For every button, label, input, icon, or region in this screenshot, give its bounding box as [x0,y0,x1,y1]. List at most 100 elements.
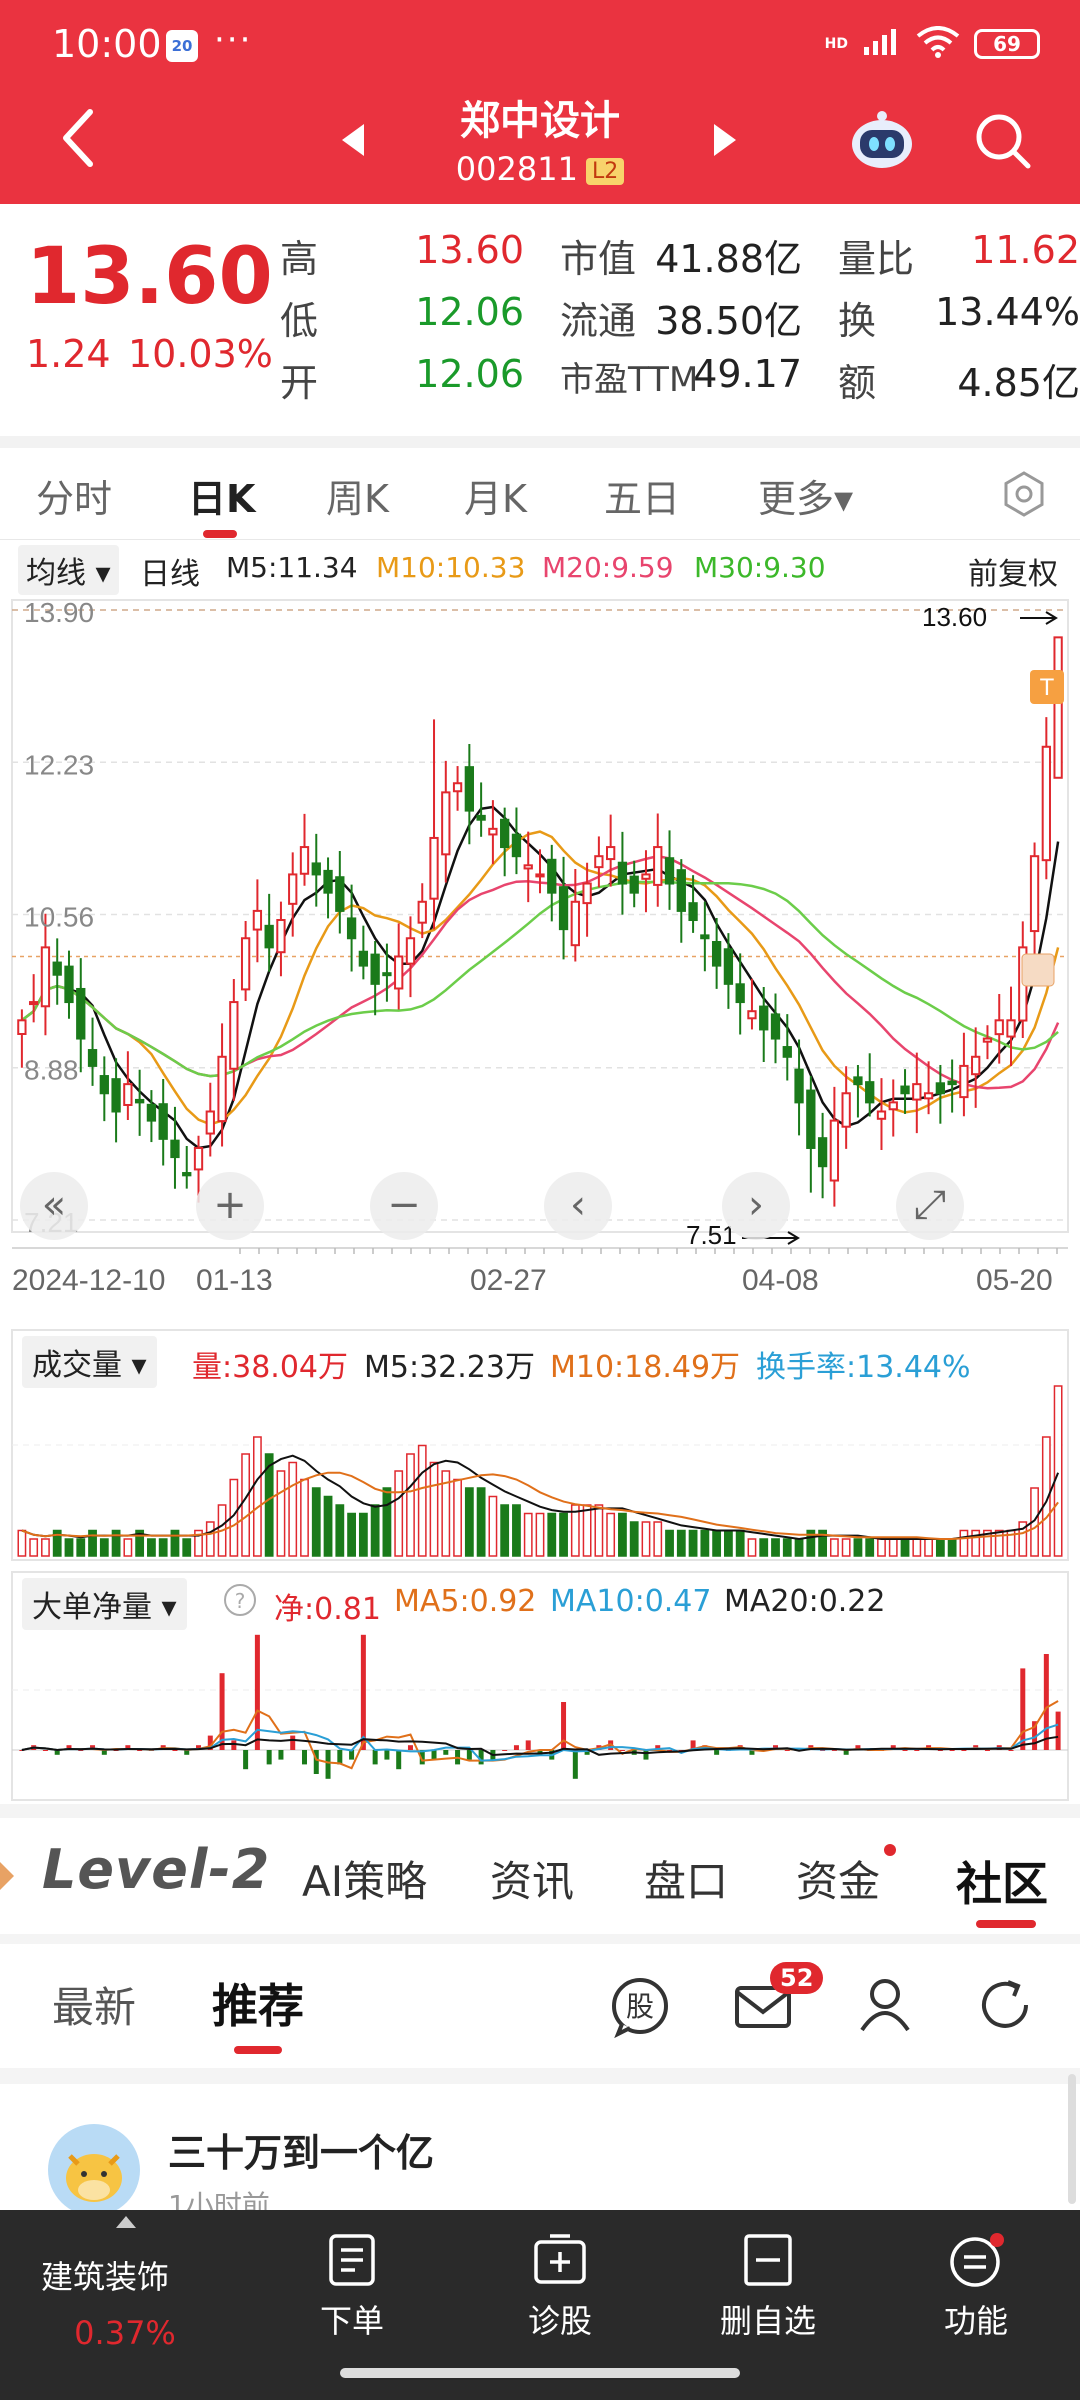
ma-legend-row: 均线 ▾ 日线 M5:11.34 M10:10.33 M20:9.59 M30:… [0,543,1080,595]
network-label: HD [824,36,848,52]
candle [170,1139,180,1159]
post-card[interactable]: 三十万到一个亿 1小时前 [0,2084,1080,2214]
bigorder-bar [407,1745,413,1750]
bigorder-bar [949,1750,955,1751]
fullscreen-icon[interactable]: ⤢ [896,1172,964,1240]
tab-monthly-k[interactable]: 月K [464,468,527,523]
candle [676,869,686,912]
candle [853,1076,863,1086]
volume-bar [653,1521,663,1557]
candle [417,900,427,924]
chart-border [11,599,1069,1233]
candle [888,1101,898,1111]
stock-code: 002811 [455,150,578,188]
next-stock-button[interactable] [712,122,738,162]
volume-bar [311,1487,321,1557]
stock-name: 郑中设计 [460,98,620,144]
feed-tab-indicator [234,2046,282,2054]
bigorder-ma10-line [21,1723,1059,1762]
sector-name[interactable]: 建筑装饰 [0,2252,210,2298]
volume-bar [747,1538,757,1557]
candle [500,818,510,849]
candle [123,1083,133,1106]
status-time: 10:00 [52,22,162,66]
avatar[interactable] [48,2124,140,2214]
tab-funds[interactable]: 资金 [796,1848,880,1909]
notification-badge-icon: 20 [166,30,198,62]
tab-daily-k[interactable]: 日K [188,468,255,523]
volume-bar [170,1529,180,1557]
scroll-right-icon[interactable]: › [722,1172,790,1240]
volume-bar [99,1538,109,1557]
x-tick-label: 01-13 [196,1264,273,1290]
divider [0,2068,1080,2084]
zoom-out-icon[interactable]: − [370,1172,438,1240]
volume-bar [665,1529,674,1557]
candle [40,946,51,1008]
indicator-dropdown[interactable]: 均线 ▾ [18,545,119,595]
kline-chart[interactable]: 13.9012.2310.568.887.2113.607.51T2024-12… [0,590,1080,1290]
tab-more[interactable]: 更多▾ [758,468,853,523]
nav2-indicator [976,1920,1036,1928]
open-value: 12.06 [415,352,524,396]
candle [582,882,592,905]
funds-red-dot [884,1844,896,1856]
candle [935,1082,946,1095]
tab-weekly-k[interactable]: 周K [326,468,389,523]
turnover-label: 换 [838,299,877,343]
bigorder-bar [914,1750,920,1751]
user-icon[interactable] [858,1976,912,2036]
tab-order-book[interactable]: 盘口 [644,1848,728,1909]
candle [111,1078,121,1113]
volume-bar [476,1487,486,1557]
robot-assistant-icon[interactable] [848,108,916,176]
chat-icon[interactable]: 股 [608,1974,672,2042]
bigorder-bar [1020,1668,1026,1750]
zoom-in-icon[interactable]: + [196,1172,264,1240]
tab-latest[interactable]: 最新 [52,1974,136,2035]
candles [17,636,1063,1207]
bigorder-bar [502,1750,508,1751]
tab-community[interactable]: 社区 [956,1848,1048,1914]
functions-button[interactable]: 功能 [876,2232,1076,2342]
diagnose-button[interactable]: 诊股 [460,2232,660,2342]
scroll-left-icon[interactable]: ‹ [544,1172,612,1240]
pe-label: 市盈TTM [560,360,699,400]
fullscreen-icon-glyph: ⤢ [914,1182,946,1228]
tab-intraday[interactable]: 分时 [36,468,112,523]
level2-tab[interactable]: Level-2 [42,1838,270,1901]
bigorder-bar [714,1750,720,1755]
refresh-icon[interactable] [976,1976,1034,2038]
x-tick-label: 04-08 [742,1264,819,1290]
b-marker-icon [1021,953,1055,987]
diagnose-label: 诊股 [527,2302,592,2340]
post-author[interactable]: 三十万到一个亿 [168,2122,434,2177]
volume-bar [947,1538,957,1557]
volume-bar [523,1512,533,1557]
volume-bar [64,1538,74,1557]
bigorder-bar [443,1750,449,1755]
remove-watchlist-button[interactable]: 删自选 [668,2232,868,2342]
x-tick-label: 02-27 [470,1264,547,1290]
volume-bar [841,1538,851,1557]
candle [547,858,557,894]
tab-news[interactable]: 资讯 [490,1848,574,1909]
chart-settings-icon[interactable] [1000,470,1048,522]
zoom-out-far-icon[interactable]: « [20,1172,88,1240]
candle [87,1049,98,1067]
adjust-mode[interactable]: 前复权 [968,549,1058,593]
volume-bar [935,1538,945,1557]
scrollbar[interactable] [1068,2074,1076,2204]
volume-bar [547,1512,557,1557]
search-icon[interactable] [974,112,1032,174]
home-indicator[interactable] [340,2368,740,2378]
expand-up-icon[interactable] [116,2216,136,2228]
volume-bar [252,1436,262,1557]
tab-five-day[interactable]: 五日 [604,468,680,523]
tab-recommended[interactable]: 推荐 [212,1970,304,2036]
candle [29,1001,39,1006]
tab-ai-strategy[interactable]: AI策略 [302,1848,427,1909]
battery-icon: 69 [974,29,1040,59]
quote-panel: 13.60 1.24 10.03% 高 13.60 市值 41.88亿 量比 1… [0,204,1080,436]
order-button[interactable]: 下单 [252,2232,452,2342]
